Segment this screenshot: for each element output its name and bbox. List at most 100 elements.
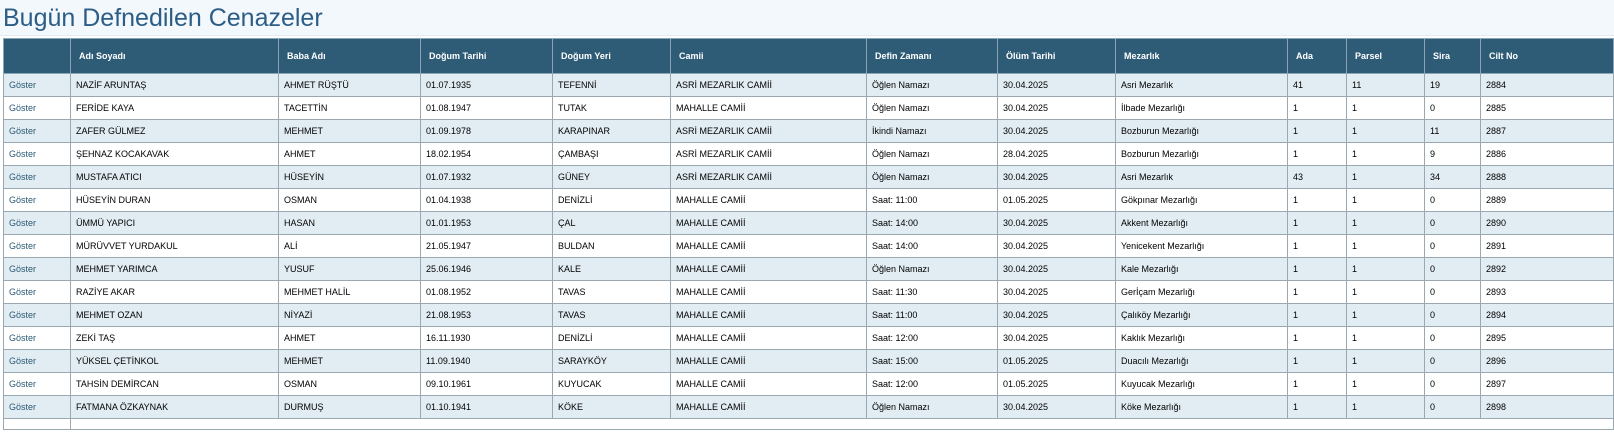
cell-father-name: MEHMET	[278, 119, 421, 143]
col-header-birth-date[interactable]: Doğum Tarihi	[420, 38, 553, 74]
cell-father-name: MEHMET HALİL	[278, 280, 421, 304]
cell-death-date: 01.05.2025	[997, 349, 1116, 373]
cell-death-date: 30.04.2025	[997, 119, 1116, 143]
cell-parcel: 1	[1346, 165, 1425, 189]
cell-birth-place: TUTAK	[552, 96, 671, 120]
show-link[interactable]: Göster	[3, 303, 71, 327]
show-link[interactable]: Göster	[3, 234, 71, 258]
col-header-action	[3, 38, 71, 74]
cell-death-date: 01.05.2025	[997, 188, 1116, 212]
cell-block: 41	[1287, 73, 1347, 97]
col-header-name[interactable]: Adı Soyadı	[70, 38, 279, 74]
cell-parcel: 1	[1346, 395, 1425, 419]
cell-father-name: HÜSEYİN	[278, 165, 421, 189]
cell-birth-place: DENİZLİ	[552, 326, 671, 350]
cell-cemetery: Gökpınar Mezarlığı	[1115, 188, 1288, 212]
cell-burial-time: Saat: 11:30	[866, 280, 998, 304]
cell-mosque: ASRİ MEZARLIK CAMİİ	[670, 142, 867, 166]
cell-cemetery: Yenicekent Mezarlığı	[1115, 234, 1288, 258]
cell-volume-no: 2884	[1480, 73, 1614, 97]
cell-birth-place: TAVAS	[552, 280, 671, 304]
show-link[interactable]: Göster	[3, 395, 71, 419]
cell-death-date: 30.04.2025	[997, 303, 1116, 327]
cell-father-name: OSMAN	[278, 372, 421, 396]
cell-volume-no: 2889	[1480, 188, 1614, 212]
cell-mosque: MAHALLE CAMİİ	[670, 280, 867, 304]
cell-death-date: 30.04.2025	[997, 326, 1116, 350]
cell-name: NAZİF ARUNTAŞ	[70, 73, 279, 97]
table-footer-row	[3, 418, 1614, 430]
col-header-mosque[interactable]: Camii	[670, 38, 867, 74]
col-header-cemetery[interactable]: Mezarlık	[1115, 38, 1288, 74]
cell-name: MÜRÜVVET YURDAKUL	[70, 234, 279, 258]
cell-name: FERİDE KAYA	[70, 96, 279, 120]
table-row: Göster TAHSİN DEMİRCAN OSMAN 09.10.1961 KUYU…	[3, 372, 1614, 396]
show-link[interactable]: Göster	[3, 142, 71, 166]
cell-row-no: 0	[1424, 96, 1481, 120]
table-row: Göster RAZİYE AKAR MEHMET HALİL 01.08.1952 T…	[3, 280, 1614, 304]
cell-birth-place: KÖKE	[552, 395, 671, 419]
cell-birth-place: KARAPINAR	[552, 119, 671, 143]
cell-death-date: 30.04.2025	[997, 73, 1116, 97]
table-row: Göster HÜSEYİN DURAN OSMAN 01.04.1938 DENİZL…	[3, 188, 1614, 212]
col-header-father-name[interactable]: Baba Adı	[278, 38, 421, 74]
show-link[interactable]: Göster	[3, 73, 71, 97]
cell-row-no: 0	[1424, 372, 1481, 396]
show-link[interactable]: Göster	[3, 165, 71, 189]
cell-row-no: 19	[1424, 73, 1481, 97]
col-header-birth-place[interactable]: Doğum Yeri	[552, 38, 671, 74]
cell-burial-time: Saat: 12:00	[866, 326, 998, 350]
cell-burial-time: Öğlen Namazı	[866, 165, 998, 189]
cell-block: 1	[1287, 234, 1347, 258]
cell-volume-no: 2895	[1480, 326, 1614, 350]
col-header-block[interactable]: Ada	[1287, 38, 1347, 74]
cell-burial-time: İkindi Namazı	[866, 119, 998, 143]
cell-birth-place: SARAYKÖY	[552, 349, 671, 373]
col-header-row-no[interactable]: Sira	[1424, 38, 1481, 74]
cell-father-name: ALİ	[278, 234, 421, 258]
cell-death-date: 30.04.2025	[997, 395, 1116, 419]
show-link[interactable]: Göster	[3, 372, 71, 396]
cell-mosque: ASRİ MEZARLIK CAMİİ	[670, 165, 867, 189]
col-header-volume-no[interactable]: Cilt No	[1480, 38, 1614, 74]
cell-block: 1	[1287, 280, 1347, 304]
footer-cell	[3, 418, 71, 430]
cell-burial-time: Saat: 11:00	[866, 188, 998, 212]
cell-name: HÜSEYİN DURAN	[70, 188, 279, 212]
show-link[interactable]: Göster	[3, 96, 71, 120]
cell-birth-date: 01.08.1952	[420, 280, 553, 304]
cell-block: 1	[1287, 96, 1347, 120]
cell-cemetery: Kuyucak Mezarlığı	[1115, 372, 1288, 396]
cell-birth-place: ÇAMBAŞI	[552, 142, 671, 166]
show-link[interactable]: Göster	[3, 211, 71, 235]
cell-volume-no: 2897	[1480, 372, 1614, 396]
cell-name: ZAFER GÜLMEZ	[70, 119, 279, 143]
cell-death-date: 30.04.2025	[997, 280, 1116, 304]
cell-row-no: 0	[1424, 395, 1481, 419]
cell-block: 1	[1287, 211, 1347, 235]
cell-mosque: MAHALLE CAMİİ	[670, 234, 867, 258]
table-body: Göster NAZİF ARUNTAŞ AHMET RÜŞTÜ 01.07.1935…	[3, 73, 1614, 430]
page-title: Bugün Defnedilen Cenazeler	[3, 3, 323, 32]
show-link[interactable]: Göster	[3, 326, 71, 350]
cell-death-date: 30.04.2025	[997, 165, 1116, 189]
cell-birth-date: 01.10.1941	[420, 395, 553, 419]
cell-burial-time: Saat: 14:00	[866, 211, 998, 235]
show-link[interactable]: Göster	[3, 349, 71, 373]
cell-death-date: 30.04.2025	[997, 234, 1116, 258]
show-link[interactable]: Göster	[3, 188, 71, 212]
cell-cemetery: Bozburun Mezarlığı	[1115, 119, 1288, 143]
cell-mosque: ASRİ MEZARLIK CAMİİ	[670, 73, 867, 97]
cell-volume-no: 2886	[1480, 142, 1614, 166]
col-header-parcel[interactable]: Parsel	[1346, 38, 1425, 74]
cell-block: 1	[1287, 326, 1347, 350]
show-link[interactable]: Göster	[3, 257, 71, 281]
cell-burial-time: Öğlen Namazı	[866, 257, 998, 281]
cell-cemetery: Çalıköy Mezarlığı	[1115, 303, 1288, 327]
show-link[interactable]: Göster	[3, 280, 71, 304]
col-header-burial-time[interactable]: Defin Zamanı	[866, 38, 998, 74]
cell-cemetery: Köke Mezarlığı	[1115, 395, 1288, 419]
col-header-death-date[interactable]: Ölüm Tarihi	[997, 38, 1116, 74]
show-link[interactable]: Göster	[3, 119, 71, 143]
cell-parcel: 1	[1346, 257, 1425, 281]
